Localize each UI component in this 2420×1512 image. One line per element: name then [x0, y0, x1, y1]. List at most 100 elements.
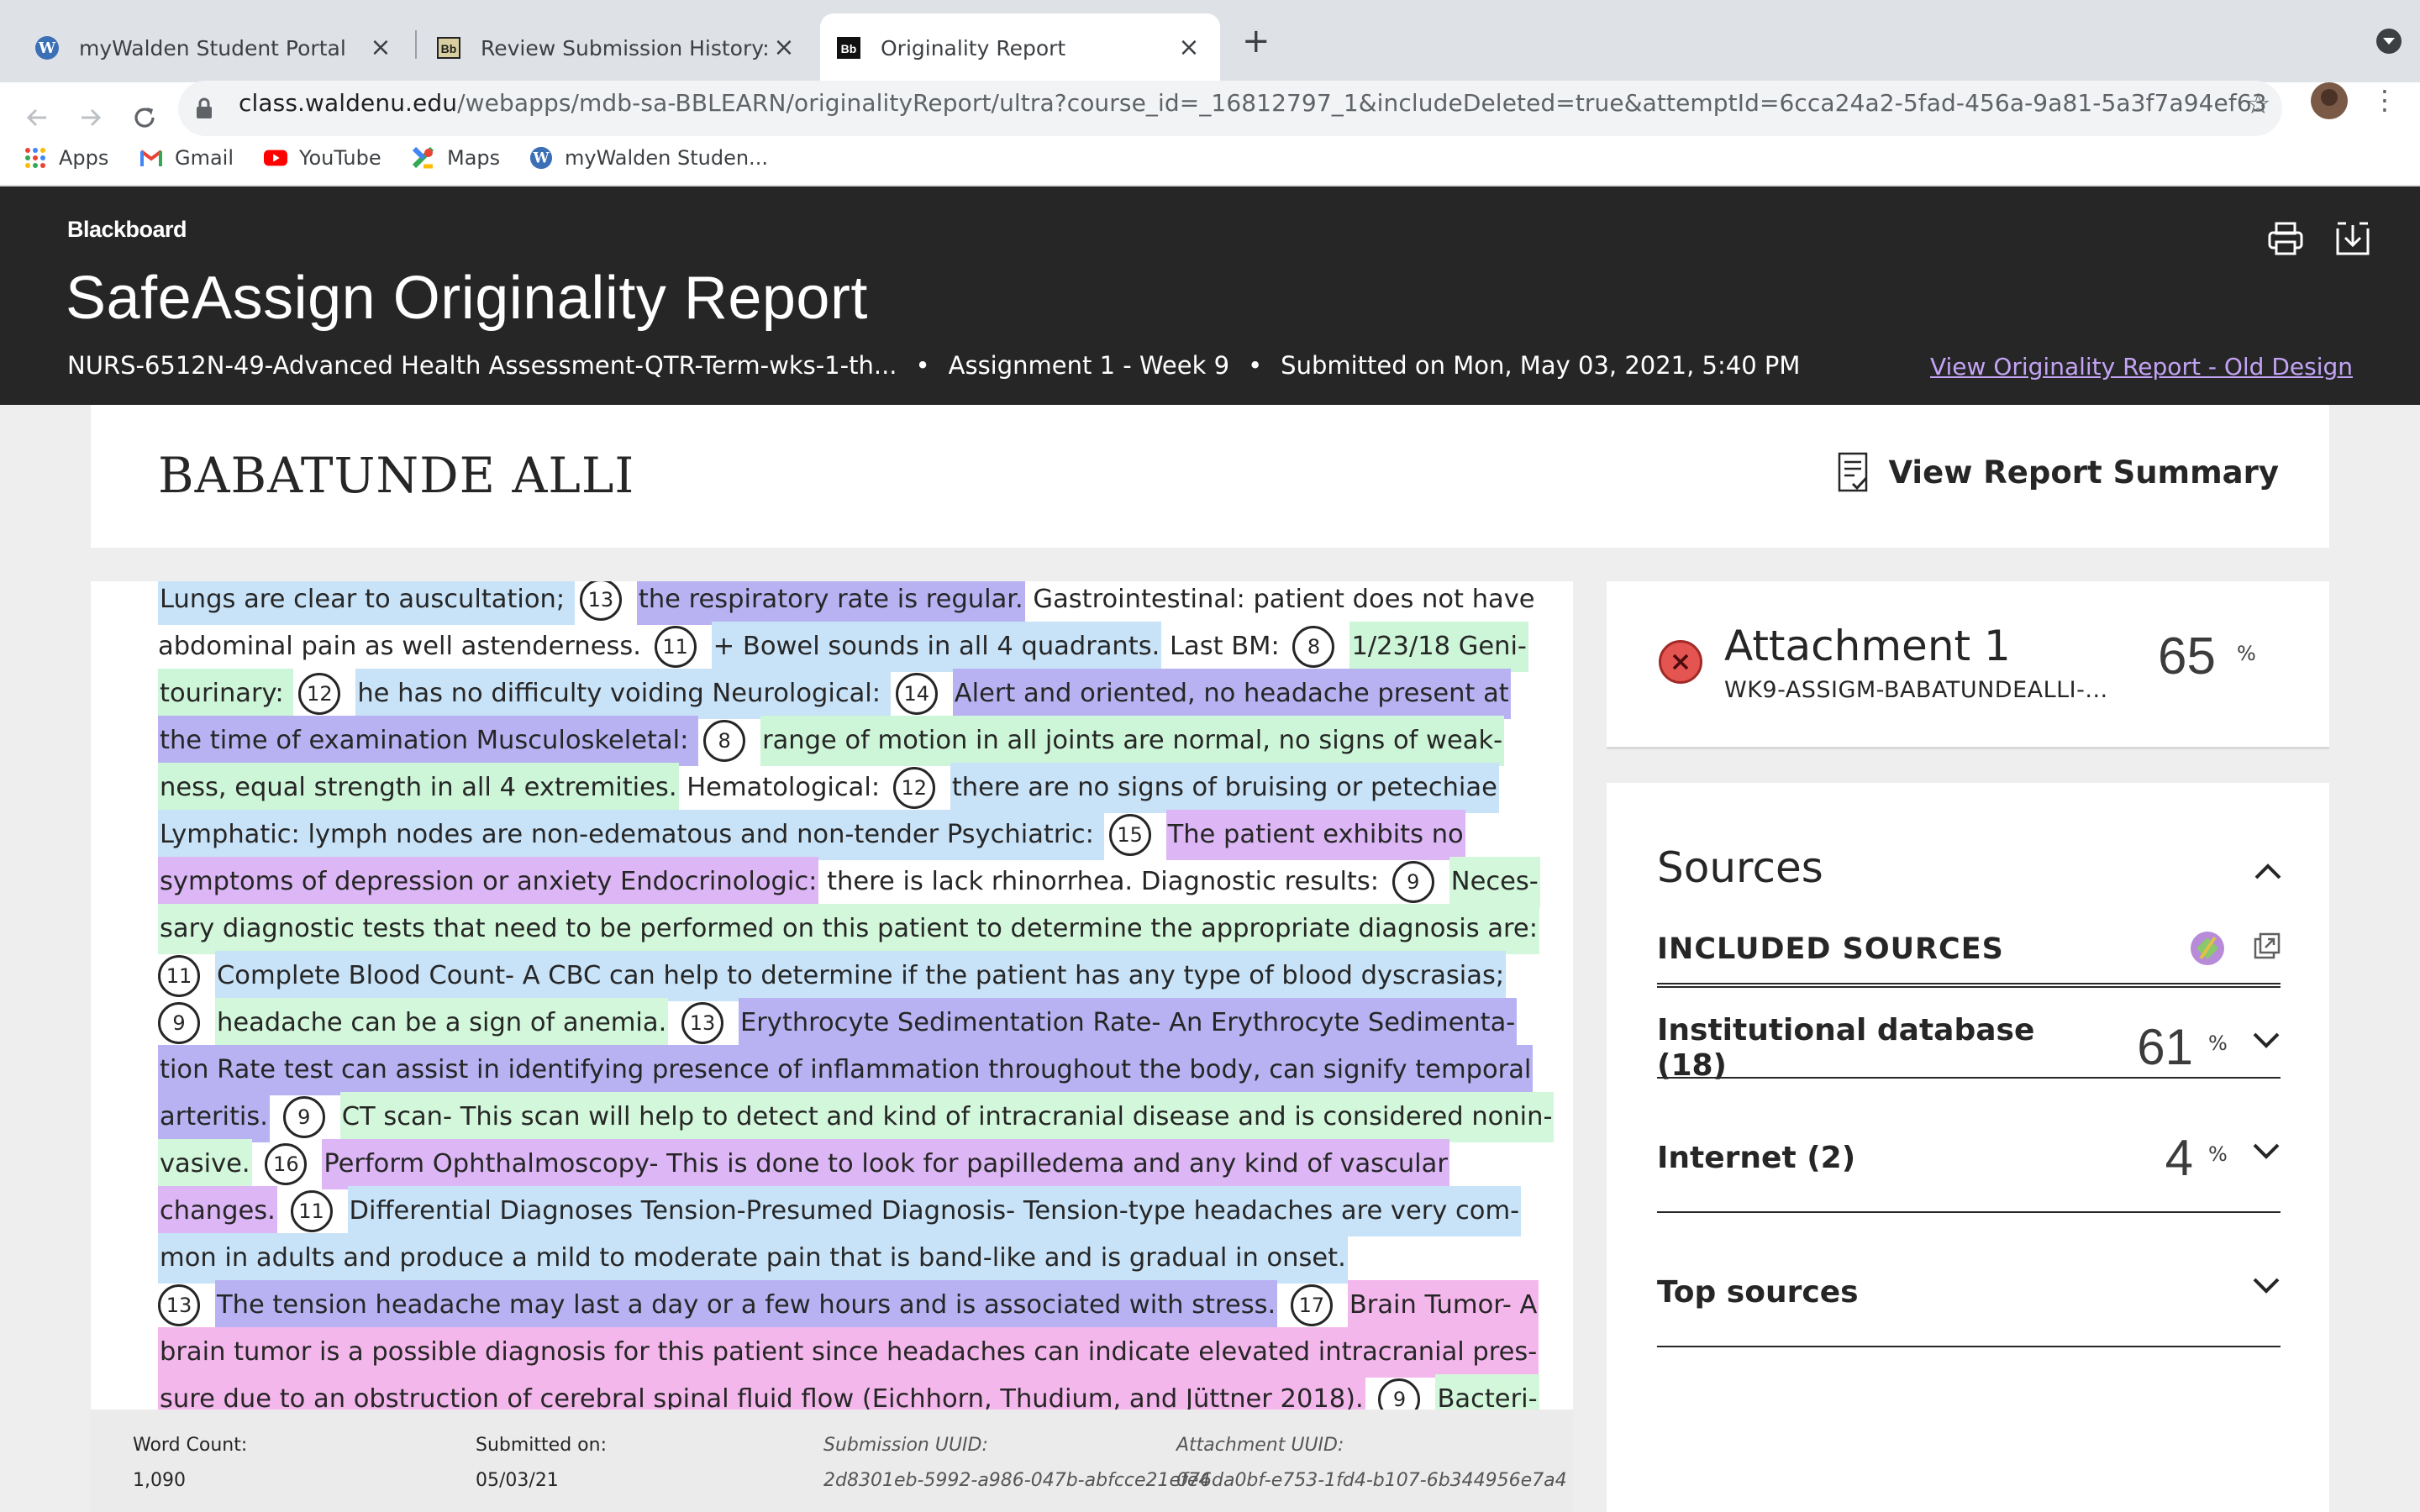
- matched-text[interactable]: Erythrocyte Sedimentation Rate- An Eryth…: [739, 998, 1518, 1048]
- matched-text[interactable]: he has no difficulty voiding Neurologica…: [355, 669, 891, 719]
- bookmark-apps[interactable]: Apps: [24, 146, 108, 170]
- source-row-top-sources[interactable]: Top sources: [1657, 1213, 2281, 1347]
- print-icon[interactable]: [2267, 220, 2304, 257]
- matched-text[interactable]: Perform Ophthalmoscopy- This is done to …: [322, 1139, 1449, 1189]
- matched-text[interactable]: Alert and oriented, no headache present …: [952, 669, 1511, 719]
- forward-arrow-icon[interactable]: [71, 97, 111, 138]
- match-number-badge[interactable]: 13: [158, 1284, 200, 1326]
- matched-text[interactable]: Neces-: [1449, 857, 1540, 907]
- lock-icon[interactable]: [195, 97, 213, 123]
- tab-originality-report[interactable]: Bb Originality Report ×: [820, 13, 1220, 82]
- matched-text[interactable]: vasive.: [158, 1139, 252, 1189]
- document-line: Lymphatic: lymph nodes are non-edematous…: [158, 810, 1573, 860]
- remove-attachment-icon[interactable]: [1659, 640, 1702, 684]
- matched-text[interactable]: Brain Tumor- A: [1347, 1280, 1539, 1331]
- matched-text[interactable]: brain tumor is a possible diagnosis for …: [158, 1327, 1539, 1378]
- match-number-badge[interactable]: 13: [579, 581, 622, 621]
- match-number-badge[interactable]: 9: [1392, 861, 1434, 903]
- match-number-badge[interactable]: 12: [298, 673, 341, 715]
- attachment-title: Attachment 1: [1724, 622, 2011, 670]
- match-number-badge[interactable]: 9: [158, 1002, 200, 1044]
- chevron-down-icon[interactable]: [2252, 1142, 2281, 1164]
- matched-text[interactable]: CT scan- This scan will help to detect a…: [339, 1092, 1555, 1142]
- match-number-badge[interactable]: 16: [265, 1143, 308, 1185]
- view-report-summary-button[interactable]: View Report Summary: [1836, 452, 2279, 492]
- browser-menu-icon[interactable]: ⋮: [2371, 87, 2398, 113]
- match-number-badge[interactable]: 9: [282, 1096, 325, 1138]
- matched-text[interactable]: Complete Blood Count- A CBC can help to …: [215, 951, 1507, 1001]
- match-number-badge[interactable]: 15: [1108, 814, 1151, 856]
- download-icon[interactable]: [2334, 220, 2371, 257]
- close-tab-icon[interactable]: ×: [773, 35, 795, 60]
- bookmark-mywalden[interactable]: W myWalden Studen...: [529, 146, 768, 170]
- close-tab-icon[interactable]: ×: [370, 35, 392, 60]
- matched-text[interactable]: Differential Diagnoses Tension-Presumed …: [347, 1186, 1522, 1236]
- matched-text[interactable]: The tension headache may last a day or a…: [215, 1280, 1278, 1331]
- reload-icon[interactable]: [124, 97, 165, 138]
- exclude-filter-icon[interactable]: [2188, 929, 2227, 968]
- bookmark-star-icon[interactable]: ☆: [2245, 87, 2270, 121]
- chevron-down-icon[interactable]: [2252, 1032, 2281, 1053]
- matched-text[interactable]: symptoms of depression or anxiety Endocr…: [158, 857, 819, 907]
- matched-text[interactable]: the time of examination Musculoskeletal:: [158, 716, 699, 766]
- source-row-internet[interactable]: Internet (2) 4 %: [1657, 1079, 2281, 1213]
- bookmark-youtube[interactable]: YouTube: [264, 146, 381, 170]
- matched-text[interactable]: Lymphatic: lymph nodes are non-edematous…: [158, 810, 1104, 860]
- unmatched-text: [1277, 1282, 1286, 1329]
- matched-text[interactable]: The patient exhibits no: [1165, 810, 1465, 860]
- matched-text[interactable]: changes.: [158, 1186, 277, 1236]
- tab-search-icon[interactable]: [2376, 29, 2402, 54]
- matched-text[interactable]: sary diagnostic tests that need to be pe…: [158, 904, 1539, 954]
- old-design-link[interactable]: View Originality Report - Old Design: [1930, 353, 2353, 381]
- attachment-uuid-label: Attachment UUID:: [1176, 1435, 1344, 1456]
- match-number-badge[interactable]: 8: [703, 720, 746, 762]
- match-number-badge[interactable]: 11: [158, 955, 200, 997]
- match-number-badge[interactable]: 11: [290, 1190, 333, 1232]
- matched-text[interactable]: mon in adults and produce a mild to mode…: [158, 1233, 1348, 1284]
- profile-avatar[interactable]: [2311, 82, 2348, 119]
- new-tab-icon[interactable]: +: [1242, 24, 1270, 58]
- document-line: symptoms of depression or anxiety Endocr…: [158, 857, 1573, 907]
- matched-text[interactable]: + Bowel sounds in all 4 quadrants.: [711, 622, 1162, 672]
- matched-text[interactable]: Lungs are clear to auscultation;: [158, 581, 575, 625]
- match-number-badge[interactable]: 17: [1290, 1284, 1333, 1326]
- document-line: 9 headache can be a sign of anemia. 13 Ery…: [158, 998, 1573, 1048]
- document-line: Lungs are clear to auscultation; 13 the r…: [158, 581, 1573, 625]
- included-sources-label: INCLUDED SOURCES: [1657, 932, 2004, 966]
- open-external-icon[interactable]: [2254, 932, 2281, 963]
- matched-text[interactable]: tion Rate test can assist in identifying…: [158, 1045, 1534, 1095]
- match-number-badge[interactable]: 13: [681, 1002, 723, 1044]
- close-tab-icon[interactable]: ×: [1178, 35, 1200, 60]
- apps-grid-icon: [24, 146, 47, 170]
- url-text[interactable]: class.waldenu.edu/webapps/mdb-sa-BBLEARN…: [239, 89, 2267, 117]
- word-count-value: 1,090: [133, 1470, 186, 1491]
- unmatched-text: [252, 1141, 260, 1188]
- match-number-badge[interactable]: 11: [654, 626, 697, 668]
- matched-text[interactable]: 1/23/18 Geni-: [1349, 622, 1528, 672]
- url-host: class.waldenu.edu: [239, 89, 458, 117]
- matched-text[interactable]: ness, equal strength in all 4 extremitie…: [158, 763, 679, 813]
- match-number-badge[interactable]: 14: [895, 673, 938, 715]
- bookmark-gmail[interactable]: Gmail: [139, 146, 234, 170]
- unmatched-text: [277, 1188, 286, 1235]
- matched-text[interactable]: tourinary:: [158, 669, 294, 719]
- matched-text[interactable]: arteritis.: [158, 1092, 270, 1142]
- tab-mywalden-portal[interactable]: W myWalden Student Portal ×: [17, 13, 412, 82]
- match-number-badge[interactable]: 8: [1292, 626, 1335, 668]
- page-title: SafeAssign Originality Report: [66, 265, 868, 332]
- matched-text[interactable]: headache can be a sign of anemia.: [215, 998, 669, 1048]
- submitted-on-value: 05/03/21: [476, 1470, 559, 1491]
- tab-review-submission[interactable]: Bb Review Submission History: As ×: [420, 13, 815, 82]
- chevron-down-icon[interactable]: [2252, 1277, 2281, 1299]
- matched-text[interactable]: there are no signs of bruising or petech…: [950, 763, 1499, 813]
- matched-text[interactable]: range of motion in all joints are normal…: [760, 716, 1505, 766]
- bookmark-label: Gmail: [175, 146, 234, 170]
- match-number-badge[interactable]: 12: [892, 767, 935, 809]
- back-arrow-icon[interactable]: [17, 97, 57, 138]
- matched-text[interactable]: the respiratory rate is regular.: [636, 581, 1025, 625]
- attachment-card[interactable]: Attachment 1 WK9-ASSIGM-BABATUNDEALLI-..…: [1607, 581, 2329, 749]
- source-row-institutional[interactable]: Institutional database (18) 61 %: [1657, 986, 2281, 1083]
- wordpress-icon: W: [34, 34, 60, 61]
- bookmark-maps[interactable]: Maps: [412, 146, 500, 170]
- chevron-up-icon[interactable]: [2254, 862, 2282, 884]
